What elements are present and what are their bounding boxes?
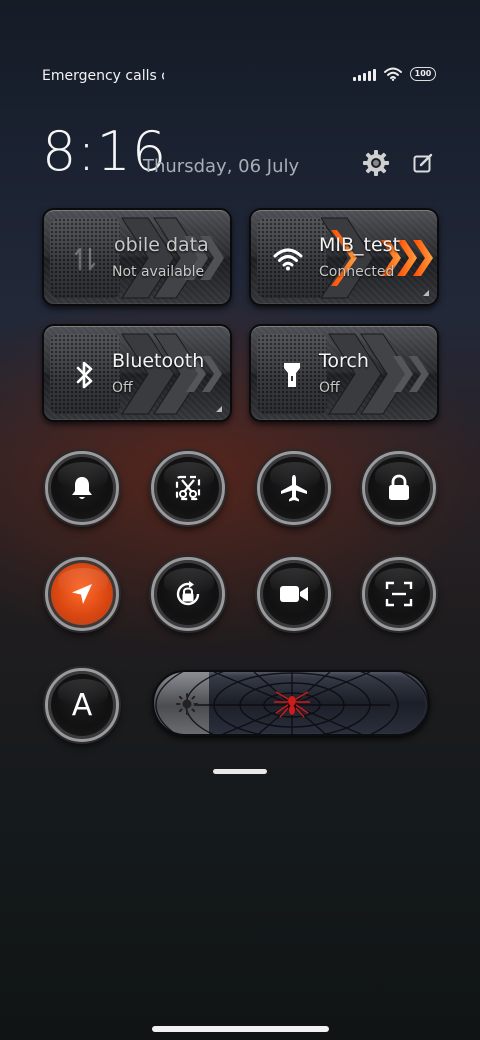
airplane-icon	[281, 475, 307, 502]
edit-icon	[413, 153, 433, 173]
toggle-scanner[interactable]	[362, 557, 436, 631]
toggle-airplane[interactable]	[257, 451, 331, 525]
auto-brightness-icon: A	[71, 687, 93, 723]
expand-corner-icon[interactable]	[423, 290, 429, 296]
tile-wifi-subtitle: Connected	[319, 264, 395, 280]
chevron-decoration	[328, 333, 429, 415]
chevron-decoration	[321, 217, 433, 299]
chevron-decoration	[121, 217, 224, 299]
settings-icon	[363, 150, 389, 176]
chevron-decoration	[121, 333, 222, 415]
tile-mobile-data-subtitle: Not available	[112, 264, 205, 280]
toggle-lock[interactable]	[362, 451, 436, 525]
toggle-auto-rotate[interactable]	[151, 557, 225, 631]
control-center-header: 8:16 Thursday, 06 July	[0, 120, 480, 190]
battery-icon: 100	[410, 67, 436, 81]
scan-icon	[385, 581, 413, 607]
signal-icon	[353, 68, 376, 81]
expand-corner-icon[interactable]	[216, 406, 222, 412]
tile-mobile-data[interactable]: obile data Not available	[42, 208, 232, 306]
date: Thursday, 06 July	[143, 156, 300, 177]
scissors-icon	[175, 475, 201, 501]
tile-bluetooth[interactable]: Bluetooth Off	[42, 324, 232, 422]
toggle-screenshot[interactable]	[151, 451, 225, 525]
rotate-lock-icon	[176, 581, 200, 606]
status-bar: Emergency calls o 100	[0, 0, 480, 100]
tile-torch-title: Torch	[319, 350, 369, 372]
bell-icon	[72, 477, 92, 499]
auto-brightness-button[interactable]: A	[45, 668, 119, 742]
carrier-text: Emergency calls o	[42, 68, 164, 84]
tile-mobile-data-title: obile data	[114, 234, 209, 256]
torch-icon	[277, 360, 307, 390]
toggle-location[interactable]	[45, 557, 119, 631]
home-indicator[interactable]	[152, 1026, 329, 1032]
tile-bluetooth-title: Bluetooth	[112, 350, 205, 372]
lock-icon	[389, 474, 409, 500]
video-camera-icon	[280, 586, 308, 602]
bluetooth-icon	[70, 360, 100, 390]
wifi-icon	[273, 244, 303, 274]
tile-torch-subtitle: Off	[319, 380, 340, 396]
tile-wifi-title: MIB_test	[319, 234, 401, 256]
edit-button[interactable]	[408, 148, 438, 178]
toggle-sound[interactable]	[45, 451, 119, 525]
tile-wifi[interactable]: MIB_test Connected	[249, 208, 439, 306]
location-arrow-icon	[72, 584, 92, 604]
tile-bluetooth-subtitle: Off	[112, 380, 133, 396]
drag-handle[interactable]	[213, 769, 267, 774]
toggle-screen-recorder[interactable]	[257, 557, 331, 631]
wifi-icon	[384, 67, 402, 81]
sun-icon	[176, 693, 198, 715]
status-icons: 100	[353, 67, 436, 81]
brightness-slider[interactable]	[152, 670, 430, 736]
settings-button[interactable]	[361, 148, 391, 178]
mobile-data-icon	[70, 244, 100, 274]
tile-torch[interactable]: Torch Off	[249, 324, 439, 422]
